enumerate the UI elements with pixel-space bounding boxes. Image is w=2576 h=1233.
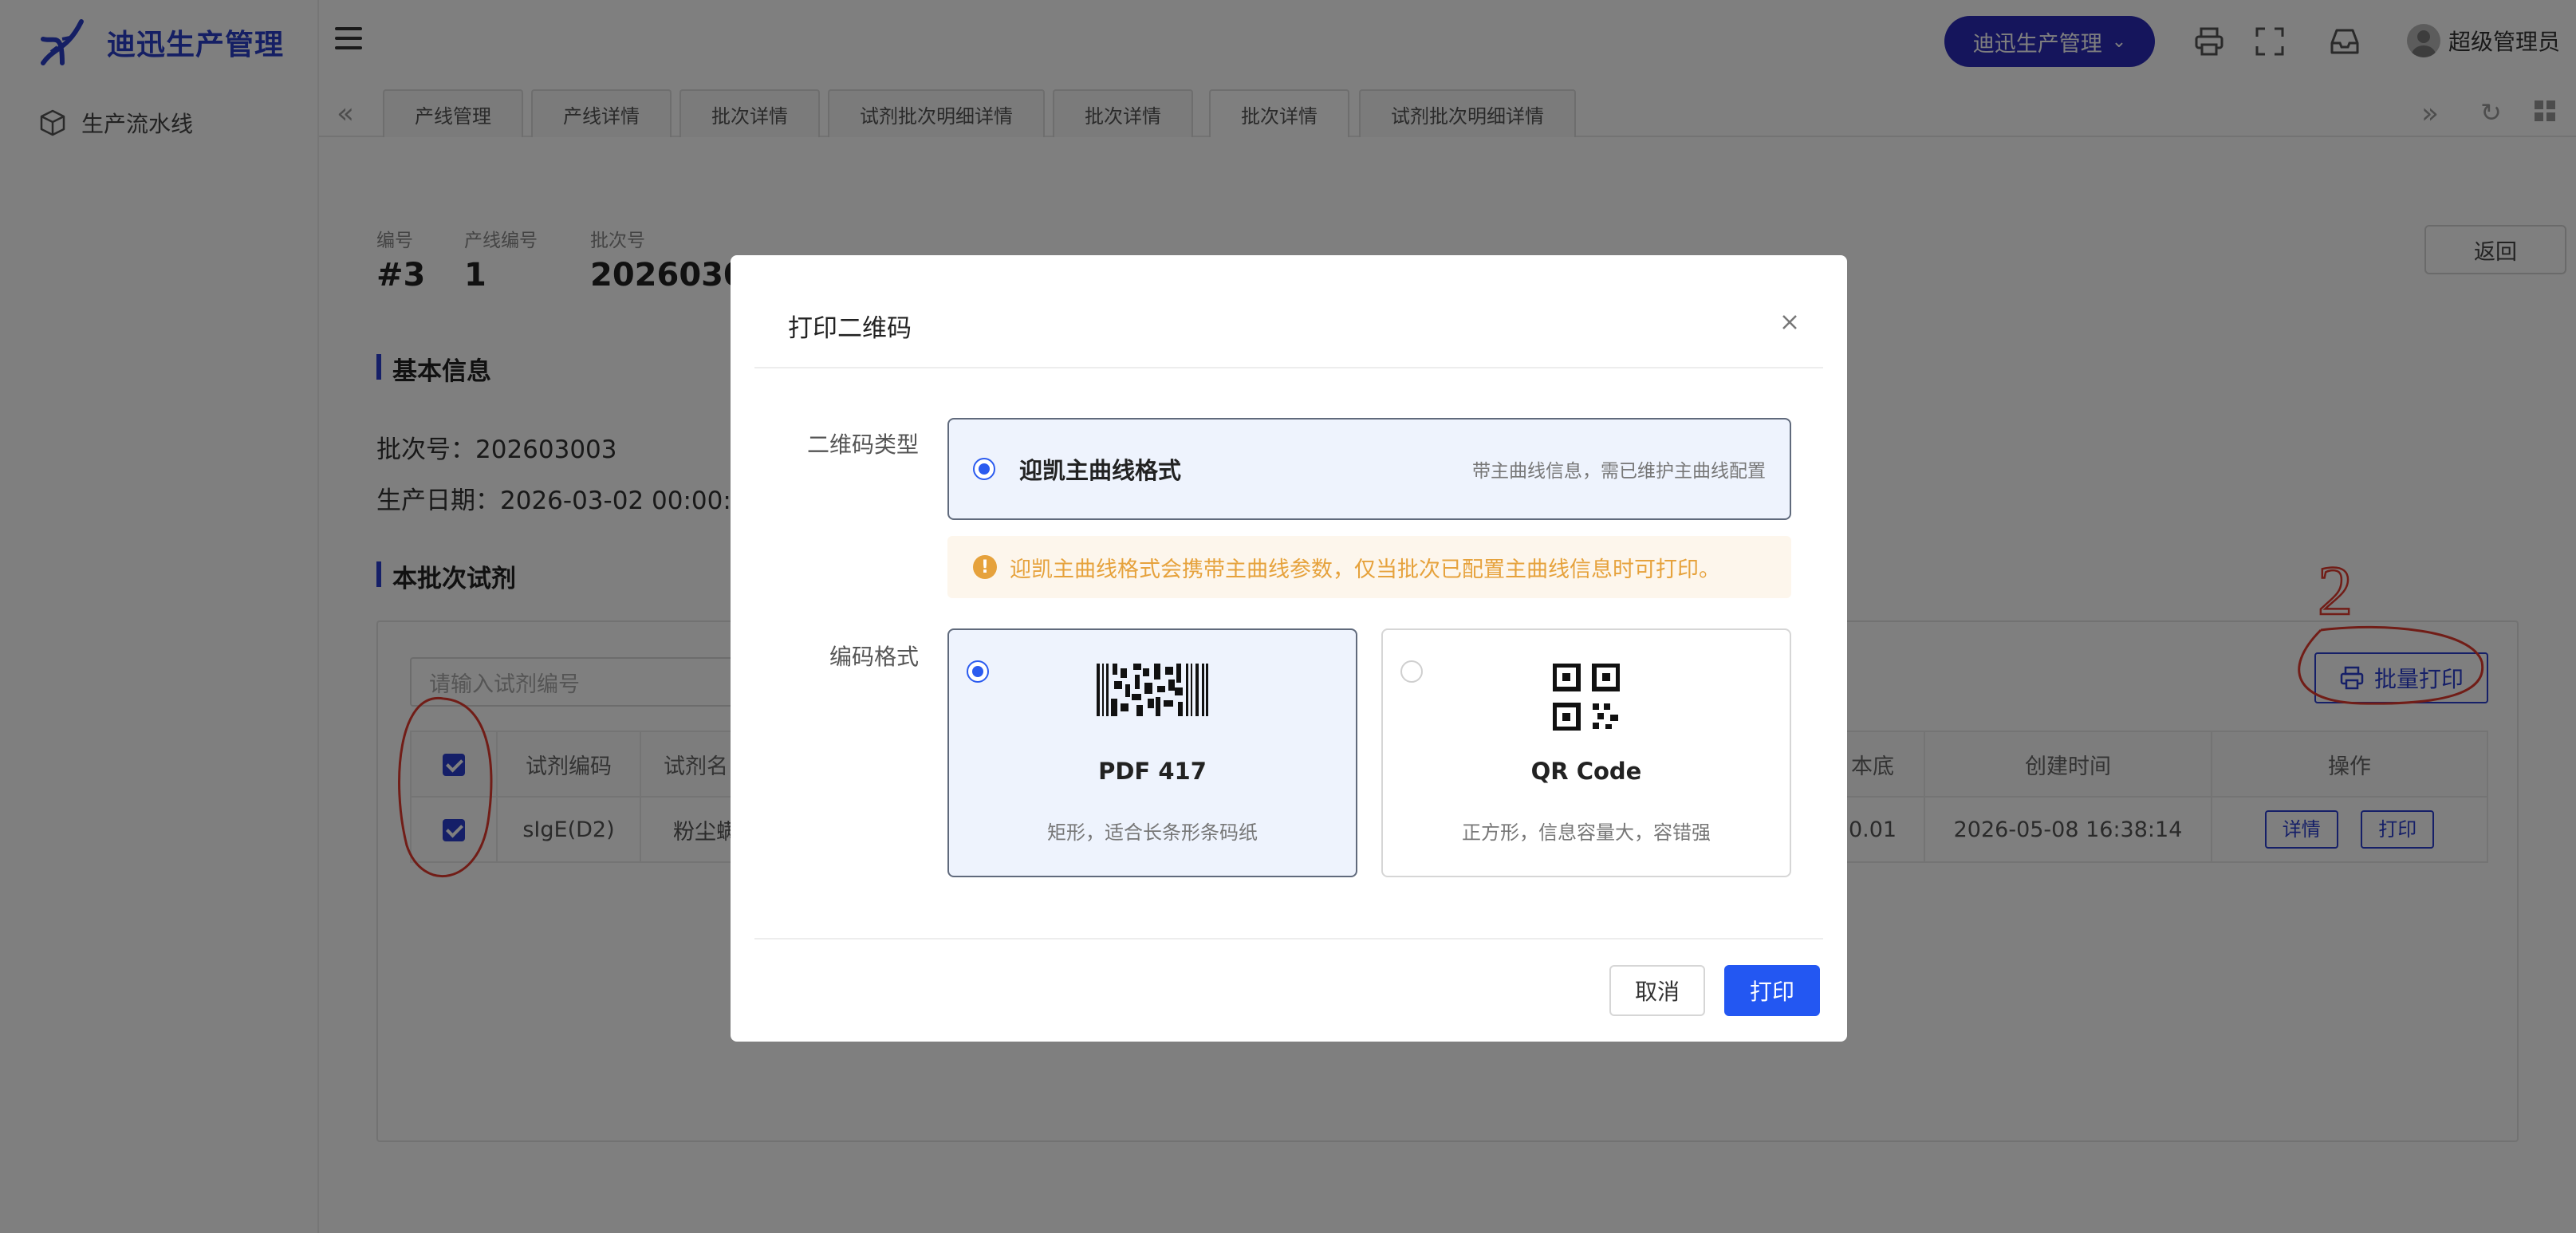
format-desc: 矩形，适合长条形条码纸 (1047, 821, 1258, 844)
format-name: PDF 417 (1098, 758, 1207, 785)
dialog-header-divider (754, 367, 1823, 368)
print-button[interactable]: 打印 (1724, 965, 1820, 1016)
format-option-qr-code[interactable]: QR Code 正方形，信息容量大，容错强 (1381, 628, 1791, 877)
qr-type-label: 二维码类型 (806, 431, 919, 458)
close-icon[interactable] (1774, 306, 1806, 338)
barcode-icon (1097, 664, 1208, 716)
warning-text: 迎凯主曲线格式会携带主曲线参数，仅当批次已配置主曲线信息时可打印。 (1010, 557, 1720, 582)
warning-icon: ! (973, 555, 997, 579)
cancel-button[interactable]: 取消 (1609, 965, 1705, 1016)
qr-type-name: 迎凯主曲线格式 (1019, 457, 1182, 484)
format-radio-pdf417[interactable] (967, 660, 989, 683)
encoding-format-label: 编码格式 (829, 644, 919, 670)
format-option-pdf417[interactable]: PDF 417 矩形，适合长条形条码纸 (947, 628, 1357, 877)
format-desc: 正方形，信息容量大，容错强 (1462, 821, 1711, 844)
qr-type-radio[interactable] (973, 458, 995, 480)
print-qr-dialog: 打印二维码 二维码类型 迎凯主曲线格式 带主曲线信息，需已维护主曲线配置 ! 迎… (731, 255, 1847, 1042)
qr-type-option-main-curve[interactable]: 迎凯主曲线格式 带主曲线信息，需已维护主曲线配置 (947, 418, 1791, 520)
qr-type-desc: 带主曲线信息，需已维护主曲线配置 (1472, 461, 1766, 482)
qr-code-icon (1553, 664, 1620, 731)
dialog-footer-divider (754, 938, 1823, 940)
format-name: QR Code (1530, 758, 1642, 785)
dialog-title: 打印二维码 (788, 314, 912, 343)
warning-alert: ! 迎凯主曲线格式会携带主曲线参数，仅当批次已配置主曲线信息时可打印。 (947, 536, 1791, 598)
format-radio-qr-code[interactable] (1400, 660, 1423, 683)
